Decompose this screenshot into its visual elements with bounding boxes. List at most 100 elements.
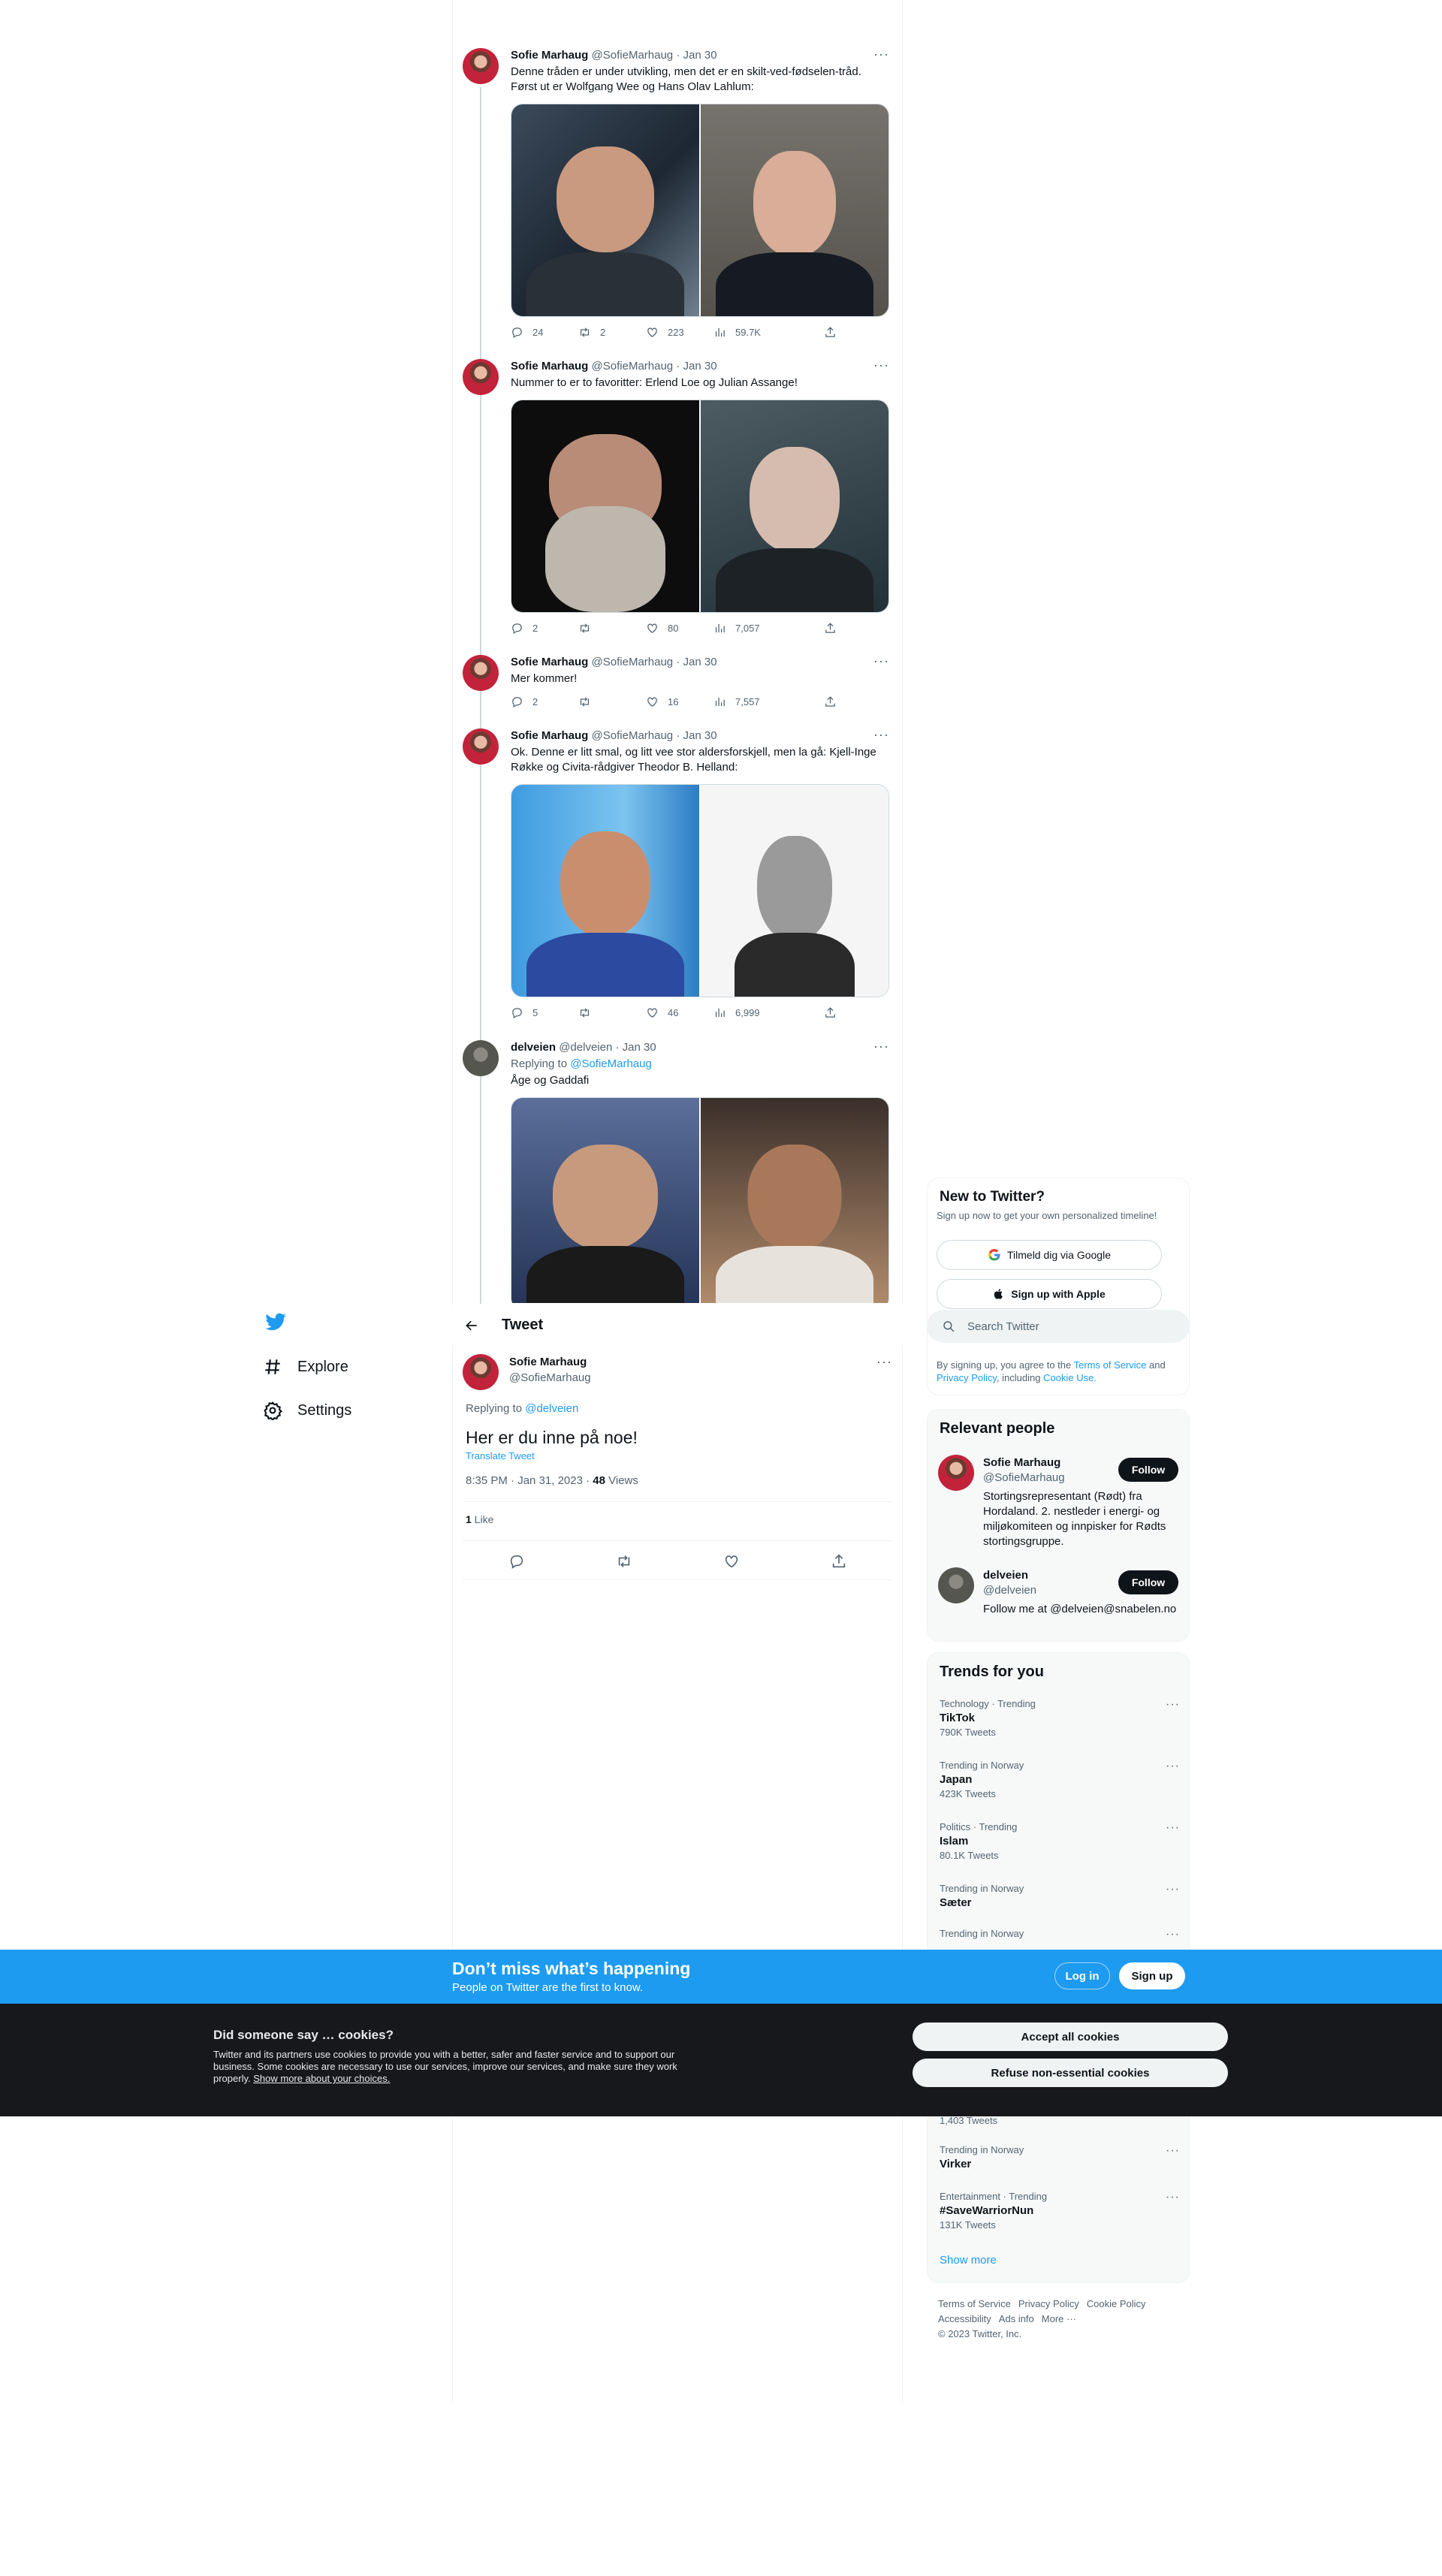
person-handle[interactable]: @SofieMarhaug <box>983 1471 1065 1484</box>
author-name[interactable]: delveien <box>511 1041 556 1054</box>
more-icon[interactable]: ··· <box>873 357 889 373</box>
search-bar[interactable]: Search Twitter <box>927 1310 1190 1343</box>
tweet-media[interactable] <box>511 784 889 997</box>
more-icon[interactable]: ··· <box>1166 1928 1180 1941</box>
tweet-timestamp[interactable]: 8:35 PM · Jan 31, 2023 · 48 Views <box>466 1474 638 1487</box>
avatar[interactable] <box>463 1354 499 1390</box>
reply-button[interactable]: 5 <box>511 1006 578 1019</box>
retweet-button[interactable] <box>578 695 646 708</box>
share-icon[interactable] <box>831 1553 847 1570</box>
like-button[interactable]: 80 <box>646 622 713 635</box>
footer-tos-link[interactable]: Terms of Service <box>938 2298 1011 2309</box>
photo-hans-olav-lahlum[interactable] <box>701 104 888 316</box>
tweet-date[interactable]: Jan 30 <box>683 360 717 373</box>
author-name[interactable]: Sofie Marhaug <box>511 49 588 62</box>
more-icon[interactable]: ··· <box>1166 1760 1180 1773</box>
thread-tweet[interactable]: Sofie Marhaug @SofieMarhaug · Jan 30 ···… <box>463 357 889 644</box>
reply-button[interactable]: 24 <box>511 326 578 339</box>
share-button[interactable] <box>824 326 837 339</box>
accept-cookies-button[interactable]: Accept all cookies <box>913 2022 1228 2051</box>
thread-tweet[interactable]: Sofie Marhaug @SofieMarhaug · Jan 30 ···… <box>463 47 889 348</box>
heart-icon[interactable] <box>723 1553 740 1570</box>
more-icon[interactable]: ··· <box>876 1354 892 1370</box>
more-icon[interactable]: ··· <box>873 1040 889 1054</box>
footer-cookie-link[interactable]: Cookie Policy <box>1087 2298 1146 2309</box>
photo-theodor-b-helland[interactable] <box>701 785 888 997</box>
retweet-button[interactable] <box>578 1006 646 1019</box>
more-icon[interactable]: ··· <box>873 653 889 669</box>
more-icon[interactable]: ··· <box>873 47 889 62</box>
photo-erlend-loe[interactable] <box>511 400 699 612</box>
photo-gaddafi[interactable] <box>701 1098 888 1303</box>
author-handle[interactable]: @SofieMarhaug <box>592 656 674 668</box>
footer-accessibility-link[interactable]: Accessibility <box>938 2313 991 2324</box>
reply-button[interactable]: 2 <box>511 695 578 708</box>
privacy-link[interactable]: Privacy Policy <box>937 1372 997 1383</box>
twitter-logo-icon[interactable] <box>264 1311 287 1333</box>
author-name[interactable]: Sofie Marhaug <box>511 656 588 668</box>
more-icon[interactable]: ··· <box>1166 1821 1180 1835</box>
apple-signup-button[interactable]: Sign up with Apple <box>937 1279 1162 1309</box>
photo-age-aleksandersen[interactable] <box>511 1098 699 1303</box>
trend-item[interactable]: Trending in Norway Sæter ··· <box>940 1883 1180 1909</box>
follow-button[interactable]: Follow <box>1118 1458 1178 1482</box>
more-icon[interactable]: ··· <box>1166 1698 1180 1712</box>
avatar[interactable] <box>463 1040 499 1076</box>
author-handle[interactable]: @SofieMarhaug <box>592 49 674 62</box>
tweet-media[interactable] <box>511 104 889 317</box>
avatar[interactable] <box>938 1455 974 1491</box>
tweet-date[interactable]: Jan 30 <box>683 49 717 62</box>
share-button[interactable] <box>824 695 837 708</box>
avatar[interactable] <box>463 655 499 691</box>
google-signup-button[interactable]: Tilmeld dig via Google <box>937 1240 1162 1270</box>
views-button[interactable]: 7,057 <box>713 622 781 635</box>
reply-button[interactable]: 2 <box>511 622 578 635</box>
more-icon[interactable]: ··· <box>1166 1883 1180 1896</box>
person-name[interactable]: Sofie Marhaug <box>983 1456 1060 1469</box>
trend-item[interactable]: Politics · Trending Islam 80.1K Tweets ··· <box>940 1821 1180 1861</box>
author-name[interactable]: Sofie Marhaug <box>511 729 588 742</box>
tweet-media[interactable] <box>511 1097 889 1303</box>
footer-privacy-link[interactable]: Privacy Policy <box>1018 2298 1079 2309</box>
avatar[interactable] <box>463 359 499 395</box>
photo-julian-assange[interactable] <box>701 400 888 612</box>
views-button[interactable]: 7,557 <box>713 695 781 708</box>
terms-link[interactable]: Terms of Service <box>1074 1359 1147 1371</box>
author-handle[interactable]: @delveien <box>559 1041 612 1054</box>
thread-tweet[interactable]: delveien @delveien · Jan 30 ··· Replying… <box>463 1040 889 1303</box>
avatar[interactable] <box>463 48 499 84</box>
nav-settings[interactable]: Settings <box>263 1389 443 1432</box>
thread-tweet[interactable]: Sofie Marhaug @SofieMarhaug · Jan 30 ···… <box>463 653 889 722</box>
tweet-date[interactable]: Jan 30 <box>683 656 717 668</box>
trend-item[interactable]: Trending in Norway ··· <box>940 1928 1180 1941</box>
like-button[interactable]: 223 <box>646 326 713 339</box>
person-name[interactable]: delveien <box>983 1569 1028 1582</box>
more-icon[interactable]: ··· <box>1166 2191 1180 2204</box>
more-icon[interactable]: ··· <box>873 727 889 743</box>
share-button[interactable] <box>824 622 837 635</box>
author-handle[interactable]: @SofieMarhaug <box>592 729 674 742</box>
reply-icon[interactable] <box>508 1553 525 1570</box>
retweet-button[interactable] <box>578 622 646 635</box>
trend-item[interactable]: Trending in Norway Japan 423K Tweets ··· <box>940 1760 1180 1799</box>
views-button[interactable]: 59.7K <box>713 326 781 339</box>
login-button[interactable]: Log in <box>1054 1962 1110 1989</box>
signup-button[interactable]: Sign up <box>1119 1962 1185 1989</box>
footer-ads-link[interactable]: Ads info <box>999 2313 1034 2324</box>
avatar[interactable] <box>463 728 499 765</box>
more-icon[interactable]: ··· <box>1166 2144 1180 2158</box>
thread-tweet[interactable]: Sofie Marhaug @SofieMarhaug · Jan 30 ···… <box>463 727 889 1029</box>
trend-item[interactable]: Trending in Norway Virker ··· <box>940 2144 1180 2170</box>
person-handle[interactable]: @delveien <box>983 1584 1036 1597</box>
photo-kjell-inge-rokke[interactable] <box>511 785 699 997</box>
follow-button[interactable]: Follow <box>1118 1570 1178 1594</box>
cookie-choices-link[interactable]: Show more about your choices. <box>253 2073 390 2084</box>
nav-explore[interactable]: Explore <box>263 1345 443 1389</box>
footer-more-link[interactable]: More ··· <box>1042 2313 1076 2324</box>
like-button[interactable]: 46 <box>646 1006 713 1019</box>
retweet-icon[interactable] <box>616 1553 632 1570</box>
mention-link[interactable]: @delveien <box>525 1402 578 1415</box>
views-button[interactable]: 6,999 <box>713 1006 781 1019</box>
tweet-media[interactable] <box>511 400 889 613</box>
translate-tweet-link[interactable]: Translate Tweet <box>466 1450 535 1461</box>
